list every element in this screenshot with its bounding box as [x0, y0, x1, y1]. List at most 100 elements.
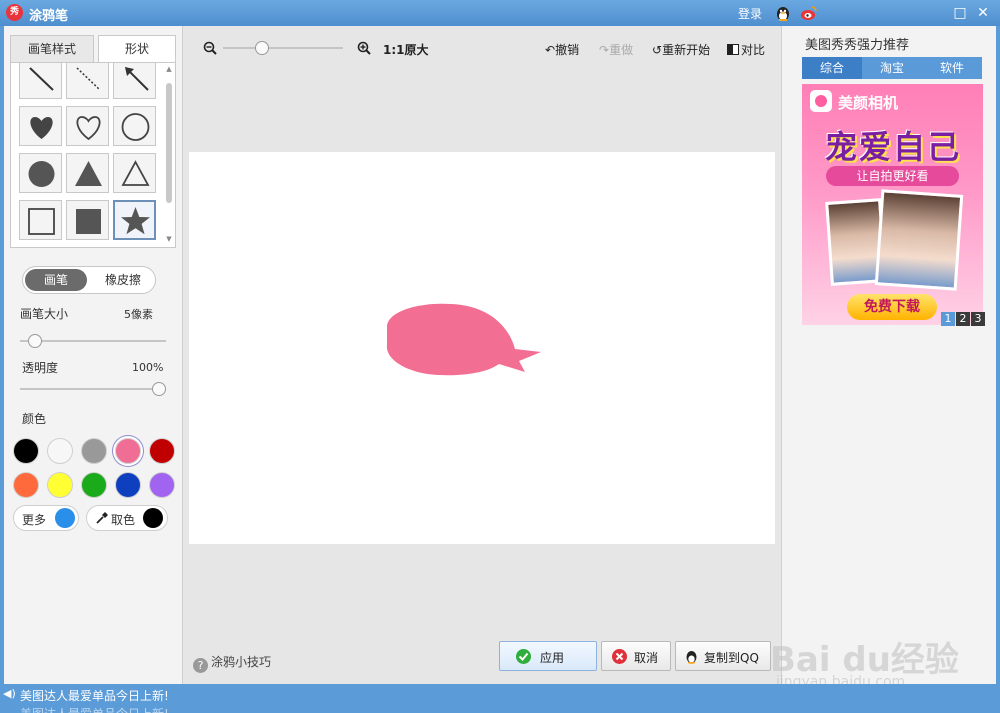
zoom-slider-knob[interactable]	[255, 41, 269, 55]
brush-size-label: 画笔大小	[20, 307, 69, 321]
scroll-thumb[interactable]	[166, 83, 172, 203]
color-swatch[interactable]	[115, 472, 141, 498]
redo-button[interactable]: ↷重做	[599, 41, 633, 58]
canvas-workspace: 1:1原大 ↶撤销 ↷重做 ↺重新开始 对比 ? 涂鸦小技巧 应用 取消 复制到…	[182, 26, 782, 684]
cancel-label: 取消	[634, 651, 659, 665]
compare-icon	[727, 44, 739, 55]
tab-software[interactable]: 软件	[922, 57, 982, 79]
color-swatch[interactable]	[47, 472, 73, 498]
copy-to-qq-button[interactable]: 复制到QQ	[675, 641, 771, 671]
drawn-speech-bubble-shape	[386, 303, 541, 376]
ad-download-button[interactable]: 免费下载	[847, 294, 937, 320]
ad-subline: 让自拍更好看	[826, 166, 959, 186]
left-panel: 画笔样式 形状 ▲ ▼ 画笔 橡皮擦 画笔大小 5像素 透明度 100% 颜色 …	[4, 26, 182, 684]
shape-triangle-outline-icon[interactable]	[113, 153, 156, 193]
ad-page-2[interactable]: 2	[956, 312, 970, 326]
shape-circle-filled-icon[interactable]	[19, 153, 62, 193]
recommend-panel: 美图秀秀强力推荐 综合 淘宝 软件 美颜相机 宠爱自己 让自拍更好看 免费下载 …	[782, 26, 996, 684]
restart-button[interactable]: ↺重新开始	[652, 41, 710, 58]
tab-shape[interactable]: 形状	[98, 35, 176, 63]
close-button[interactable]: ✕	[973, 3, 993, 23]
scroll-down-icon[interactable]: ▼	[165, 235, 173, 243]
opacity-slider[interactable]	[20, 382, 166, 396]
opacity-value: 100%	[132, 361, 164, 374]
status-message[interactable]: 美图达人最爱单品今日上新!	[20, 687, 169, 704]
actual-size-button[interactable]: 1:1原大	[383, 41, 429, 58]
shape-dashed-line-icon[interactable]	[66, 63, 109, 99]
shape-circle-outline-icon[interactable]	[113, 106, 156, 146]
compare-label: 对比	[741, 43, 766, 57]
color-swatch[interactable]	[115, 438, 141, 464]
ad-photo-right	[874, 189, 964, 291]
title-bar: 秀 涂鸦笔 登录 □ ✕	[0, 0, 1000, 26]
redo-label: 重做	[609, 43, 634, 57]
ad-page-1[interactable]: 1	[941, 312, 955, 326]
more-colors-button[interactable]: 更多	[13, 505, 79, 531]
apply-button[interactable]: 应用	[499, 641, 597, 671]
status-message-next: 美图达人最爱单品今日上新!	[20, 705, 169, 713]
qq-penguin-icon[interactable]	[774, 4, 792, 22]
redo-icon: ↷	[599, 43, 610, 57]
color-swatch[interactable]	[13, 438, 39, 464]
tab-taobao[interactable]: 淘宝	[862, 57, 922, 79]
ad-banner[interactable]: 美颜相机 宠爱自己 让自拍更好看 免费下载	[802, 84, 983, 325]
shape-star-filled-icon[interactable]	[113, 200, 156, 240]
scroll-up-icon[interactable]: ▲	[165, 65, 173, 73]
tab-brush-style[interactable]: 画笔样式	[10, 35, 94, 63]
pick-color-button[interactable]: 取色	[86, 505, 168, 531]
eyedropper-icon	[96, 512, 108, 524]
login-link[interactable]: 登录	[738, 5, 762, 22]
recommend-tabs: 综合 淘宝 软件	[802, 57, 982, 79]
canvas-toolbar: 1:1原大 ↶撤销 ↷重做 ↺重新开始 对比	[183, 26, 783, 66]
tab-comprehensive[interactable]: 综合	[802, 57, 862, 79]
zoom-out-icon[interactable]	[203, 41, 217, 55]
restart-label: 重新开始	[662, 43, 711, 57]
shape-line-icon[interactable]	[19, 63, 62, 99]
weibo-icon[interactable]	[800, 4, 818, 22]
maximize-button[interactable]: □	[950, 3, 970, 23]
brush-size-slider-knob[interactable]	[28, 334, 42, 348]
zoom-slider[interactable]	[223, 41, 343, 55]
recommend-title: 美图秀秀强力推荐	[805, 38, 910, 53]
ad-app-name: 美颜相机	[838, 94, 899, 112]
original-size-label: 原大	[404, 43, 429, 57]
color-swatch[interactable]	[149, 472, 175, 498]
shape-heart-filled-icon[interactable]	[19, 106, 62, 146]
shape-list-scrollbar[interactable]: ▲ ▼	[165, 65, 173, 245]
baidu-watermark: Bai du经验 jingyan.baidu.com	[770, 612, 970, 692]
pen-mode-button[interactable]: 画笔	[25, 269, 87, 291]
help-icon: ?	[193, 658, 208, 673]
zoom-in-icon[interactable]	[357, 41, 371, 55]
color-swatch[interactable]	[81, 472, 107, 498]
compare-button[interactable]: 对比	[727, 41, 765, 58]
app-logo-icon: 秀	[6, 4, 23, 21]
restart-icon: ↺	[652, 43, 663, 57]
speaker-icon[interactable]: ◀)	[3, 687, 16, 700]
color-swatch[interactable]	[47, 438, 73, 464]
cancel-button[interactable]: 取消	[601, 641, 671, 671]
ad-page-3[interactable]: 3	[971, 312, 985, 326]
shape-heart-outline-icon[interactable]	[66, 106, 109, 146]
drawing-canvas[interactable]	[189, 152, 775, 544]
color-swatch[interactable]	[149, 438, 175, 464]
undo-label: 撤销	[555, 43, 580, 57]
tips-link[interactable]: ? 涂鸦小技巧	[193, 653, 271, 673]
color-swatch[interactable]	[13, 472, 39, 498]
ratio-label: 1:1	[383, 43, 405, 57]
tips-label: 涂鸦小技巧	[211, 655, 272, 669]
shape-triangle-filled-icon[interactable]	[66, 153, 109, 193]
shape-square-outline-icon[interactable]	[19, 200, 62, 240]
brush-size-slider[interactable]	[20, 334, 166, 348]
shape-square-filled-icon[interactable]	[66, 200, 109, 240]
check-icon	[516, 649, 531, 664]
color-label: 颜色	[22, 412, 47, 426]
color-swatch[interactable]	[81, 438, 107, 464]
opacity-slider-knob[interactable]	[152, 382, 166, 396]
brush-tabs: 画笔样式 形状	[10, 35, 176, 63]
apply-label: 应用	[540, 651, 565, 665]
copy-to-qq-label: 复制到QQ	[704, 651, 759, 665]
shape-list: ▲ ▼	[10, 62, 176, 248]
eraser-mode-button[interactable]: 橡皮擦	[93, 269, 153, 291]
undo-button[interactable]: ↶撤销	[545, 41, 579, 58]
shape-arrow-icon[interactable]	[113, 63, 156, 99]
